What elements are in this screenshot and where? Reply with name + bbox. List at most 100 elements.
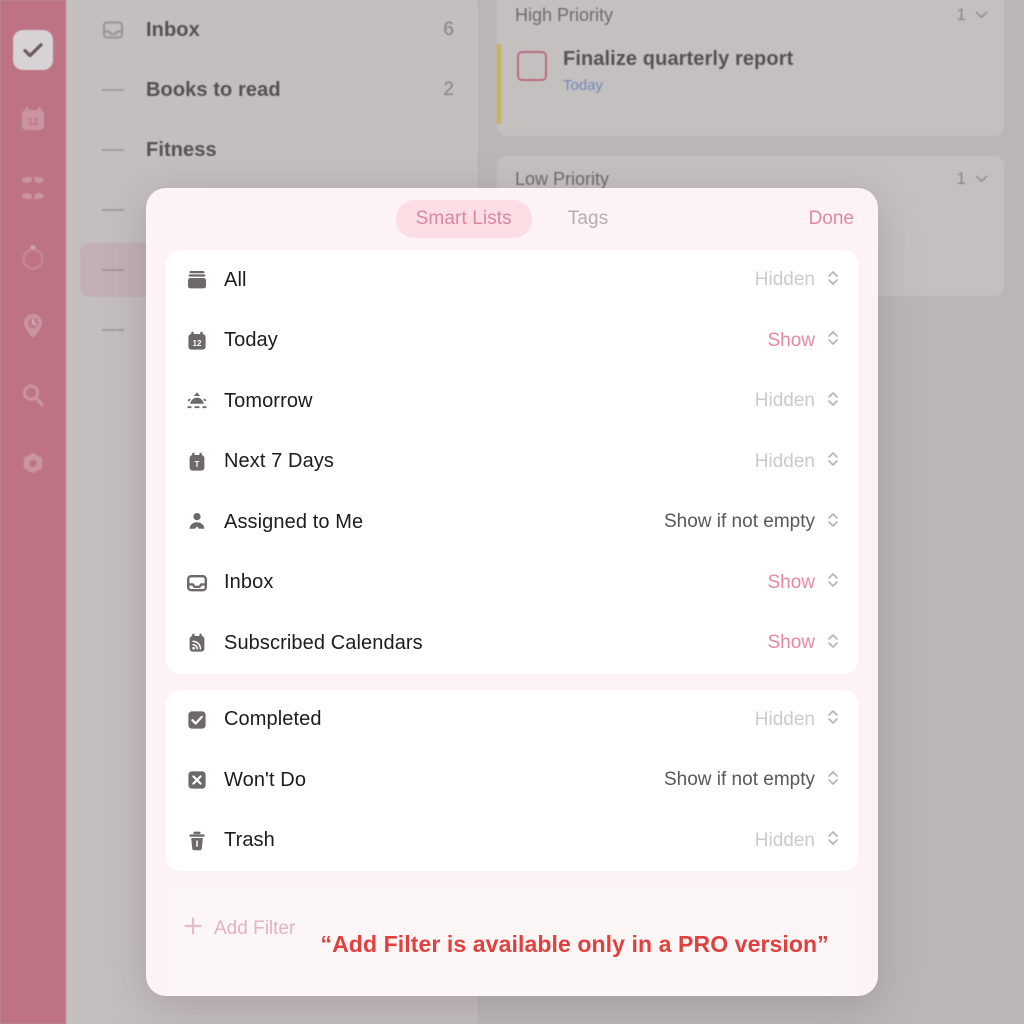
calendar-t-icon: T	[182, 451, 212, 473]
stepper-icon[interactable]	[826, 571, 840, 594]
option-value: Hidden	[754, 390, 815, 412]
smart-lists-group: Completed Hidden Won't Do Show if not em…	[166, 689, 858, 872]
archive-box-icon	[182, 269, 212, 291]
option-label: Inbox	[224, 571, 274, 594]
inbox-icon	[102, 19, 124, 41]
add-filter-label: Add Filter	[214, 917, 296, 939]
priority-bar	[497, 44, 501, 124]
option-row-trash[interactable]: Trash Hidden	[166, 811, 858, 872]
tab-smart-lists[interactable]: Smart Lists	[395, 200, 532, 238]
rail-item-tasks[interactable]	[13, 30, 53, 70]
option-row-inbox[interactable]: Inbox Show	[166, 553, 858, 614]
list-row-count: 6	[443, 19, 454, 40]
section-title: Low Priority	[515, 168, 610, 189]
inbox-icon	[182, 572, 212, 594]
option-value: Show	[767, 632, 815, 654]
option-row-next-7-days[interactable]: T Next 7 Days Hidden	[166, 432, 858, 493]
add-filter-card: Add Filter “Add Filter is available only…	[166, 887, 858, 996]
stepper-icon[interactable]	[826, 829, 840, 852]
list-row[interactable]: Fitness	[66, 120, 478, 180]
app-rail: 12	[0, 0, 66, 1024]
stepper-icon[interactable]	[826, 708, 840, 731]
rail-item-calendar[interactable]: 12	[13, 99, 53, 139]
hamburger-icon	[102, 326, 124, 335]
hamburger-icon	[102, 206, 124, 215]
hexagon-settings-icon	[19, 450, 47, 478]
hamburger-icon	[102, 86, 124, 95]
task-row[interactable]: Finalize quarterly report Today	[497, 38, 1004, 124]
stepper-icon[interactable]	[826, 329, 840, 352]
trash-icon	[182, 830, 212, 852]
rail-item-habit[interactable]	[13, 306, 53, 346]
rss-calendar-icon	[182, 632, 212, 654]
option-row-all[interactable]: All Hidden	[166, 250, 858, 311]
list-row[interactable]: Books to read 2	[66, 60, 478, 120]
option-label: Next 7 Days	[224, 450, 335, 473]
option-row-assigned-to-me[interactable]: Assigned to Me Show if not empty	[166, 492, 858, 553]
rail-item-pomodoro[interactable]	[13, 237, 53, 277]
option-label: Today	[224, 329, 278, 352]
option-row-wont-do[interactable]: Won't Do Show if not empty	[166, 750, 858, 811]
stepper-icon[interactable]	[826, 269, 840, 292]
sunrise-icon	[182, 390, 212, 412]
chevron-down-icon[interactable]	[975, 170, 988, 188]
modal-tabs: Smart Lists Tags	[146, 200, 878, 238]
option-value: Hidden	[754, 269, 815, 291]
option-row-completed[interactable]: Completed Hidden	[166, 690, 858, 751]
stepper-icon[interactable]	[826, 450, 840, 473]
calendar-12-icon: 12	[182, 330, 212, 352]
option-label: Won't Do	[224, 768, 307, 791]
smart-lists-group: All Hidden 12 Today Show Tomorrow Hidden…	[166, 250, 858, 674]
stepper-icon[interactable]	[826, 632, 840, 655]
plus-icon	[182, 915, 214, 942]
option-label: Subscribed Calendars	[224, 631, 423, 654]
list-row-label: Books to read	[146, 78, 281, 101]
checkbox-checked-icon	[182, 709, 212, 731]
option-row-today[interactable]: 12 Today Show	[166, 311, 858, 372]
pro-version-annotation: “Add Filter is available only in a PRO v…	[320, 931, 829, 958]
option-value: Show	[767, 329, 815, 351]
modal-header: Smart Lists Tags Done	[146, 188, 878, 250]
list-row-label: Fitness	[146, 138, 217, 161]
option-value: Hidden	[754, 708, 815, 730]
section-count: 1	[956, 5, 966, 24]
option-label: Trash	[224, 829, 275, 852]
hamburger-icon	[102, 146, 124, 155]
section-header[interactable]: High Priority 1	[497, 0, 1004, 38]
rail-item-settings[interactable]	[13, 444, 53, 484]
grid-four-icon	[19, 174, 47, 202]
task-checkbox[interactable]	[517, 51, 547, 81]
option-label: Completed	[224, 708, 322, 731]
option-value: Hidden	[754, 829, 815, 851]
option-label: Tomorrow	[224, 389, 313, 412]
hamburger-icon	[102, 266, 124, 275]
option-value: Show if not empty	[663, 511, 815, 533]
add-filter-button[interactable]: Add Filter	[182, 915, 295, 942]
stepper-icon[interactable]	[826, 390, 840, 413]
search-icon	[19, 381, 47, 409]
section-count: 1	[956, 169, 966, 188]
svg-text:12: 12	[27, 117, 39, 128]
clock-pin-icon	[19, 312, 47, 340]
option-row-tomorrow[interactable]: Tomorrow Hidden	[166, 371, 858, 432]
done-button[interactable]: Done	[809, 208, 854, 230]
chevron-down-icon[interactable]	[975, 6, 988, 24]
svg-text:12: 12	[193, 339, 202, 348]
option-value: Show	[767, 571, 815, 593]
section-high-priority: High Priority 1 Finalize quarterly repor…	[497, 0, 1004, 136]
list-row[interactable]: Inbox 6	[66, 0, 478, 60]
svg-text:T: T	[195, 460, 200, 469]
task-title: Finalize quarterly report	[563, 48, 794, 70]
option-label: Assigned to Me	[224, 510, 364, 533]
app-root: 12 Inbox 6 Books to read 2 Fitness High …	[0, 0, 1024, 1024]
rail-item-search[interactable]	[13, 375, 53, 415]
tab-tags[interactable]: Tags	[548, 200, 629, 238]
option-value: Show if not empty	[663, 769, 815, 791]
option-value: Hidden	[754, 450, 815, 472]
option-row-subscribed-calendars[interactable]: Subscribed Calendars Show	[166, 613, 858, 674]
stepper-icon[interactable]	[826, 769, 840, 792]
stepper-icon[interactable]	[826, 511, 840, 534]
calendar-12-icon: 12	[18, 104, 48, 134]
rail-item-matrix[interactable]	[13, 168, 53, 208]
list-row-count: 2	[443, 79, 454, 100]
